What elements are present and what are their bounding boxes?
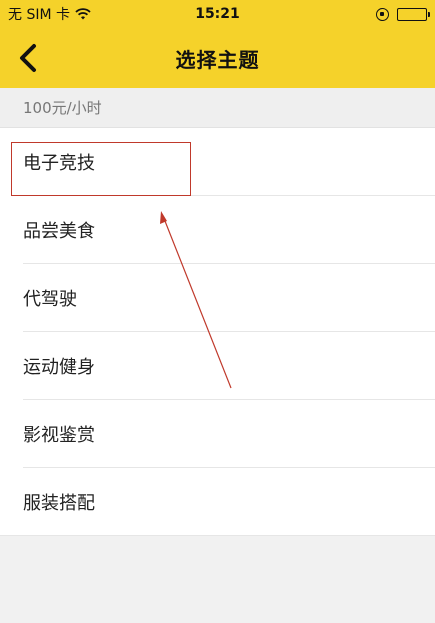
topic-item-fitness[interactable]: 运动健身 [0,332,435,400]
topic-item-food-tasting[interactable]: 品尝美食 [0,196,435,264]
wifi-icon [75,8,91,20]
page-title: 选择主题 [175,47,260,72]
battery-icon [397,7,430,21]
topic-label: 运动健身 [23,357,95,378]
rotation-lock-icon [376,7,389,21]
navigation-bar: 选择主题 [0,28,435,88]
topic-item-designated-driver[interactable]: 代驾驶 [0,264,435,332]
price-label: 100元/小时 [23,99,102,117]
status-bar: 无 SIM 卡 15:21 [0,0,435,28]
topic-list: 电子竞技 品尝美食 代驾驶 运动健身 影视鉴赏 服装搭配 [0,128,435,536]
topic-label: 品尝美食 [23,221,95,242]
carrier-label: 无 SIM 卡 [8,7,70,23]
status-right [376,7,430,21]
price-section-header: 100元/小时 [0,88,435,128]
topic-label: 服装搭配 [23,493,95,514]
status-left: 无 SIM 卡 [8,4,91,24]
topic-item-outfit-styling[interactable]: 服装搭配 [0,468,435,536]
topic-item-film-appreciation[interactable]: 影视鉴赏 [0,400,435,468]
chevron-left-icon [20,44,36,72]
topic-label: 电子竞技 [23,153,95,174]
topic-label: 影视鉴赏 [23,425,95,446]
back-button[interactable] [8,38,48,78]
topic-item-esports[interactable]: 电子竞技 [0,128,435,196]
topic-label: 代驾驶 [23,289,77,310]
screen: 无 SIM 卡 15:21 选择主题 100元/小时 电子竞技 品尝美食 代驾驶… [0,0,435,623]
